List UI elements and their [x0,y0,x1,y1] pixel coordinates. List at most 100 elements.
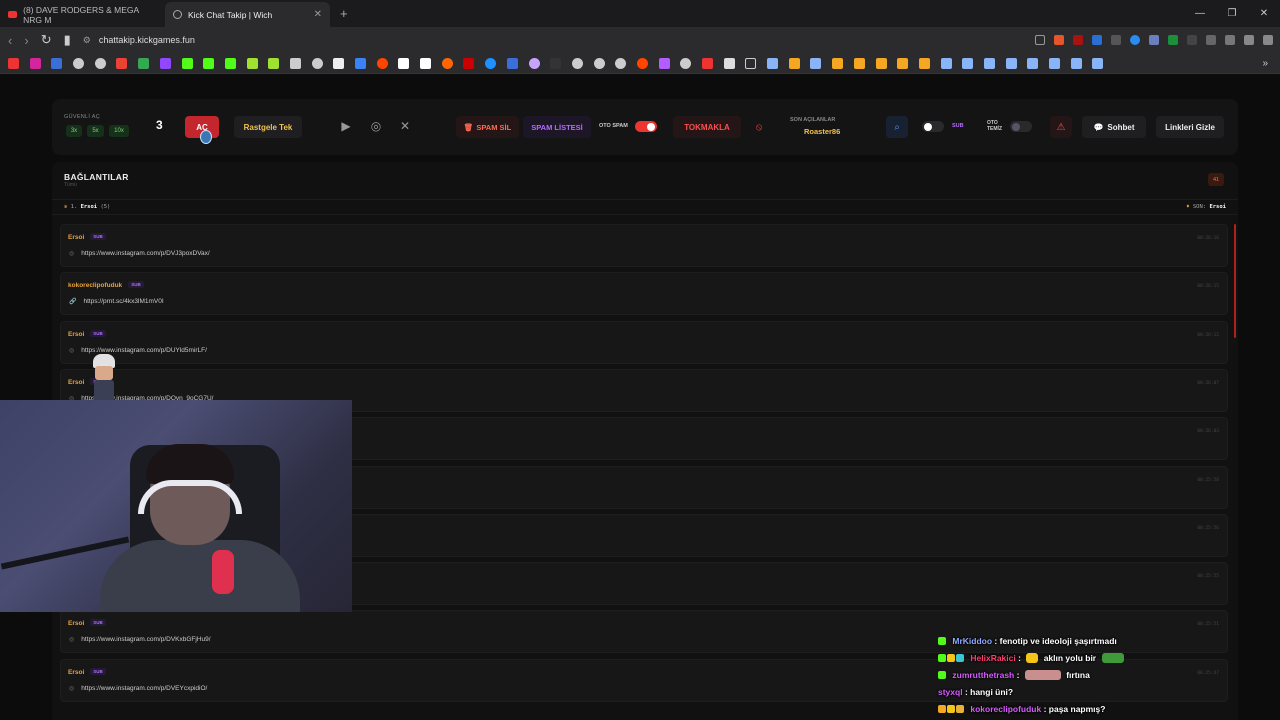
bookmark-icon[interactable] [788,57,800,69]
bookmark-steam-icon[interactable] [767,57,779,69]
restore-icon[interactable]: ❐ [1216,8,1248,19]
warning-icon[interactable]: ⚠ [1050,116,1072,138]
link-url[interactable]: https://prnt.sc/4kx3lM1mV0I [83,298,163,305]
bookmark-icon[interactable] [311,57,323,69]
bookmark-kick-icon[interactable] [203,57,215,69]
spam-sil-button[interactable]: 🗑 SPAM SİL [456,116,519,138]
bookmark-x-icon[interactable] [333,57,345,69]
bookmark-icon[interactable] [51,57,63,69]
tab-youtube[interactable]: (8) DAVE RODGERS & MEGA NRG M [0,2,165,27]
bookmark-steam-icon[interactable] [983,57,995,69]
oto-spam-toggle[interactable] [635,121,657,132]
share-icon[interactable] [1034,35,1045,45]
brave-shield-icon[interactable] [1053,35,1064,45]
bookmark-globe-icon[interactable] [571,57,583,69]
list-item[interactable]: Ersoi SUB ◎ https://www.instagram.com/p/DV… [60,224,1228,267]
reload-icon[interactable]: ↻ [41,32,52,48]
bookmark-steam-icon[interactable] [1049,57,1060,69]
bookmark-steam-icon[interactable] [1070,57,1082,69]
media-icon[interactable] [1243,35,1254,45]
bookmark-gmail-icon[interactable] [116,57,128,69]
bookmark-steam-icon[interactable] [940,57,952,69]
bookmark-steam-icon[interactable] [962,57,974,69]
bookmark-icon[interactable] [832,57,844,69]
youtube-icon[interactable]: ▶ [339,119,353,133]
link-url[interactable]: https://www.instagram.com/p/DVEYcxpidiO/ [81,685,207,692]
close-tab-icon[interactable]: ✕ [314,9,322,20]
bookmark-icon[interactable] [355,57,366,69]
bookmark-icon[interactable] [246,57,258,69]
row-link[interactable]: ◎ https://www.instagram.com/p/DVEYcxpidiO… [69,685,207,692]
link-url[interactable]: https://www.instagram.com/p/DVJ3poxDVax/ [81,250,209,257]
bookmark-icon[interactable]: ▮ [64,32,71,48]
list-item[interactable]: Ersoi SUB ◎ https://www.instagram.com/p/DV… [60,610,1228,654]
bookmark-icon[interactable] [723,57,735,69]
linkleri-gizle-button[interactable]: Linkleri Gizle [1156,116,1224,138]
bookmarks-more-icon[interactable]: » [1262,58,1268,69]
extension-icon[interactable] [1129,35,1140,45]
bookmark-icon[interactable] [658,57,670,69]
sidebar-icon[interactable] [1224,35,1235,45]
site-settings-icon[interactable]: ⚙ [83,35,91,46]
menu-icon[interactable] [1262,35,1273,45]
ban-icon[interactable]: ⦸ [752,116,766,138]
bookmark-globe-icon[interactable] [593,57,605,69]
rastgele-tek-button[interactable]: Rastgele Tek [234,116,302,138]
row-link[interactable]: ◎ https://www.instagram.com/p/DVKxbGFjHu9… [69,636,211,643]
link-url[interactable]: https://www.instagram.com/p/DVKxbGFjHu9/ [81,636,210,643]
bookmark-icon[interactable] [463,57,475,69]
row-link[interactable]: 🔗 https://prnt.sc/4kx3lM1mV0I [69,298,164,305]
row-link[interactable]: ◎ https://www.instagram.com/p/DVJ3poxDVax… [69,250,210,257]
row-link[interactable]: ◎ https://www.instagram.com/p/DUYld5mirLF… [69,347,207,354]
bookmark-globe-icon[interactable] [680,57,692,69]
close-window-icon[interactable]: ✕ [1248,8,1280,19]
bookmark-instagram-icon[interactable] [29,57,41,69]
ublock-icon[interactable] [1072,35,1083,45]
instagram-icon[interactable]: ◎ [369,119,383,133]
bookmark-steam-icon[interactable] [1092,57,1104,69]
bookmark-steam-icon[interactable] [1027,57,1039,69]
extension-icon[interactable] [1110,35,1121,45]
list-item[interactable]: Ersoi SUB ◎ https://www.instagram.com/p/DU… [60,320,1228,364]
bookmark-globe-icon[interactable] [73,57,85,69]
multiplier-5x-button[interactable]: 5x [87,125,104,137]
bookmark-drive-icon[interactable] [138,57,150,69]
minimize-icon[interactable]: — [1184,8,1216,19]
bookmark-steam-icon[interactable] [810,57,822,69]
bookmark-amazon-icon[interactable] [420,57,432,69]
list-item[interactable]: kokoreclipofuduk SUB 🔗 https://prnt.sc/4kx… [60,272,1228,316]
bookmark-icon[interactable] [550,57,562,69]
bookmark-icon[interactable] [918,57,930,69]
bookmark-icon[interactable] [897,57,909,69]
back-icon[interactable]: ‹ [8,33,12,48]
link-url[interactable]: https://www.instagram.com/p/DUYld5mirLF/ [81,347,207,354]
bookmark-kick-icon[interactable] [224,57,236,69]
extension-icon[interactable] [1148,35,1159,45]
bookmark-icon[interactable] [485,57,497,69]
bookmark-globe-icon[interactable] [94,57,106,69]
bookmark-icon[interactable] [506,57,518,69]
tab-kick-chat[interactable]: Kick Chat Takip | Wich ✕ [165,2,330,27]
bookmark-kick-icon[interactable] [181,57,193,69]
bookmark-steam-icon[interactable] [1005,57,1017,69]
extension-icon[interactable] [1186,35,1197,45]
sub-toggle[interactable] [922,121,944,132]
multiplier-3x-button[interactable]: 3x [66,125,82,137]
bookmark-globe-icon[interactable] [615,57,627,69]
multiplier-10x-button[interactable]: 10x [109,125,129,137]
list-item[interactable]: Ersoi SUB ◎ https://www.instagram.com/p/DV… [60,658,1228,702]
new-tab-button[interactable]: + [330,6,358,27]
sohbet-button[interactable]: 💬 Sohbet [1082,116,1146,138]
bookmark-icon[interactable] [702,57,713,69]
bookmark-icon[interactable] [853,57,865,69]
bookmark-twitch-icon[interactable] [159,57,171,69]
kick-extension-icon[interactable] [1167,35,1178,45]
scrollbar[interactable] [1234,224,1236,338]
bookmark-icon[interactable] [528,57,540,69]
bookmark-icon[interactable] [289,57,301,69]
tokmakla-button[interactable]: TOKMAKLA [673,116,741,138]
forward-icon[interactable]: › [24,33,28,48]
spam-listesi-button[interactable]: SPAM LİSTESİ [523,116,591,138]
bookmark-icon[interactable] [875,57,887,69]
search-icon[interactable]: ⌕ [886,116,908,138]
